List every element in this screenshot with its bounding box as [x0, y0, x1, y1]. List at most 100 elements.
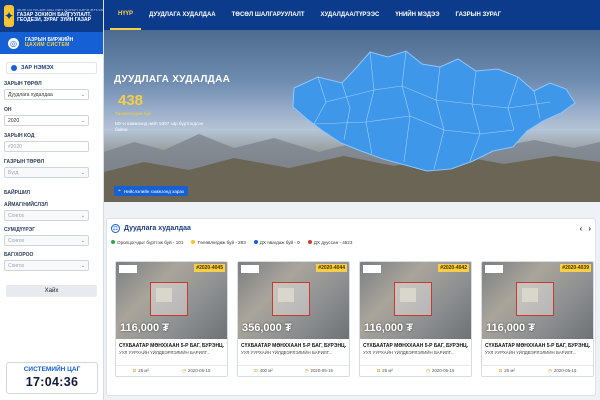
- land-type-select[interactable]: Бүгд ⌄: [4, 167, 89, 178]
- listing-code-badge: #2020-4044: [316, 264, 347, 272]
- area-icon: ⊡: [498, 368, 503, 373]
- legend-registering[interactable]: Оролцогчдыг бүртгэж буй - 101: [111, 240, 183, 245]
- area-icon: ⊡: [132, 368, 137, 373]
- bag-label: БАГ/ХОРОО: [4, 252, 34, 258]
- nav-home[interactable]: НҮҮР: [110, 0, 142, 30]
- nav-price-info[interactable]: ҮНИЙН МЭДЭЭ: [387, 0, 447, 30]
- listing-code-badge: #2020-4039: [560, 264, 591, 272]
- capital-view-button[interactable]: ⌖ Нийслэлийн хэмжээнд харах: [114, 186, 189, 196]
- listing-area: 400 м²: [259, 368, 273, 373]
- parcel-fill: [156, 288, 172, 302]
- gavel-icon: ⚖: [111, 223, 120, 233]
- area-icon: ⊡: [376, 368, 381, 373]
- status-dot-icon: [307, 240, 312, 244]
- listing-subtitle: УУЛ УУРХАЙН ҮЙЛДВЭРЛЭЛИЙН БАРИЛГ...: [119, 350, 211, 355]
- map-thumbnail-label: [119, 265, 137, 273]
- hero-banner: ДУУДЛАГА ХУДАЛДАА 438 Төлөвлөгдөж буй МУ…: [104, 30, 600, 202]
- add-ad-label: ЗАР НЭМЭХ: [21, 65, 54, 71]
- ad-type-value: Дуудлага худалдаа: [8, 91, 53, 98]
- listing-card[interactable]: #2020-4039 116,000 ₮ СҮХБААТАР МӨНХХААН …: [481, 261, 594, 377]
- sidebar: ✦ МОНГОЛ УЛСЫН ЗАСГИЙН ГАЗРЫН ХЭРЭГЖҮҮЛЭ…: [0, 0, 125, 400]
- search-button[interactable]: Хайх: [6, 285, 97, 297]
- sum-select[interactable]: Сонгох ⌄: [4, 235, 89, 246]
- listing-title: СҮХБААТАР МӨНХХААН 5-Р БАГ, БУРЭНЦ...: [363, 343, 468, 349]
- year-label: ОН: [4, 107, 12, 113]
- top-nav: НҮҮР ДУУДЛАГА ХУДАЛДАА ТӨСӨЛ ШАЛГАРУУЛАЛ…: [104, 0, 600, 30]
- listing-footer: ⊡ 25 м² ◷ 2020-05-15: [482, 365, 593, 376]
- prev-arrow-icon[interactable]: ‹: [580, 224, 583, 233]
- parcel-fill: [278, 288, 294, 302]
- listing-footer: ⊡ 25 м² ◷ 2020-05-15: [360, 365, 471, 376]
- nav-project-selection[interactable]: ТӨСӨЛ ШАЛГАРУУЛАЛТ: [224, 0, 313, 30]
- year-select[interactable]: 2020 ⌄: [4, 115, 89, 126]
- ad-type-select[interactable]: Дуудлага худалдаа ⌄: [4, 89, 89, 100]
- listing-card[interactable]: #2020-4044 356,000 ₮ СҮХБААТАР МӨНХХААН …: [237, 261, 350, 377]
- chevron-down-icon: ⌄: [80, 237, 85, 244]
- bag-value: Сонгох: [8, 262, 25, 269]
- listing-code-badge: #2020-4042: [438, 264, 469, 272]
- plus-icon: [11, 65, 17, 71]
- listing-price: 116,000 ₮: [120, 322, 169, 334]
- legend-finished[interactable]: ДХ дууссан - 4523: [307, 240, 352, 245]
- bag-select[interactable]: Сонгох ⌄: [4, 260, 89, 271]
- aimag-label: АЙМАГ/НИЙСЛЭЛ: [4, 202, 48, 208]
- status-dot-icon: [111, 240, 115, 244]
- listing-cards: #2020-4045 116,000 ₮ СҮХБААТАР МӨНХХААН …: [115, 261, 594, 377]
- listing-date: 2020-05-15: [553, 368, 577, 373]
- listing-card[interactable]: #2020-4045 116,000 ₮ СҮХБААТАР МӨНХХААН …: [115, 261, 228, 377]
- listing-title: СҮХБААТАР МӨНХХААН 5-Р БАГ, БУРЭНЦ...: [119, 343, 224, 349]
- listing-date: 2020-05-15: [310, 368, 333, 373]
- aimag-value: Сонгох: [8, 212, 25, 219]
- listing-area: 25 м²: [504, 368, 515, 373]
- status-legend: Оролцогчдыг бүртгэж буй - 101 Төлөвлөгдө…: [107, 237, 595, 247]
- listing-title: СҮХБААТАР МӨНХХААН 5-Р БАГ, БУРЭНЦ...: [485, 343, 590, 349]
- listing-map-image: #2020-4044 356,000 ₮: [238, 262, 349, 339]
- calendar-icon: ◷: [304, 368, 309, 373]
- calendar-icon: ◷: [426, 368, 430, 373]
- system-title[interactable]: ◎ ГАЗРЫН БИРЖИЙН ЦАХИМ СИСТЕМ: [0, 32, 103, 54]
- status-dot-icon: [253, 240, 258, 244]
- area-icon: ⊡: [253, 368, 258, 373]
- year-value: 2020: [8, 117, 20, 124]
- hero-title: ДУУДЛАГА ХУДАЛДАА: [114, 74, 231, 85]
- location-title: БАЙРШИЛ: [4, 190, 31, 196]
- chevron-down-icon: ⌄: [80, 169, 85, 176]
- listing-date: 2020-05-15: [431, 368, 455, 373]
- ad-code-input[interactable]: #2020: [4, 141, 89, 152]
- brand-header[interactable]: ✦ МОНГОЛ УЛСЫН ЗАСГИЙН ГАЗРЫН ХЭРЭГЖҮҮЛЭ…: [0, 0, 125, 32]
- listing-subtitle: УУЛ УУРХАЙН ҮЙЛДВЭРЛЭЛИЙН БАРИЛГ...: [363, 350, 455, 355]
- hero-planned-count: 438: [118, 92, 144, 109]
- listings-header: ⚖ Дуудлага худалдаа: [107, 219, 595, 237]
- clock-title: СИСТЕМИЙН ЦАГ: [23, 366, 81, 373]
- hero-planned-label: Төлөвлөгдөж буй: [115, 111, 151, 116]
- legend-planned[interactable]: Төлөвлөгдөж буй - 283: [191, 240, 246, 245]
- listing-card[interactable]: #2020-4042 116,000 ₮ СҮХБААТАР МӨНХХААН …: [359, 261, 472, 377]
- legend-in-progress[interactable]: ДХ явагдаж буй - 0: [253, 240, 300, 245]
- map-thumbnail-label: [485, 265, 503, 273]
- system-line2: ЦАХИМ СИСТЕМ: [25, 42, 70, 48]
- listing-price: 116,000 ₮: [364, 322, 413, 334]
- nav-map[interactable]: ГАЗРЫН ЗУРАГ: [448, 0, 509, 30]
- hero-description: МУ-н хэмжээнд нийт 5397 зар бүртгэгдсэн …: [115, 121, 204, 133]
- next-arrow-icon[interactable]: ›: [588, 224, 591, 233]
- listing-map-image: #2020-4039 116,000 ₮: [482, 262, 593, 339]
- chevron-down-icon: ⌄: [80, 262, 85, 269]
- listing-subtitle: УУЛ УУРХАЙН ҮЙЛДВЭРЛЭЛИЙН БАРИЛГ...: [485, 350, 577, 355]
- listing-map-image: #2020-4045 116,000 ₮: [116, 262, 227, 339]
- nav-sale-rent[interactable]: ХУДАЛДАА/ТҮРЭЭС: [313, 0, 388, 30]
- system-clock: СИСТЕМИЙН ЦАГ 17:04:36: [6, 362, 98, 394]
- land-type-value: Бүгд: [8, 169, 19, 176]
- nav-auction[interactable]: ДУУДЛАГА ХУДАЛДАА: [141, 0, 224, 30]
- hero-landscape: [104, 50, 600, 202]
- add-ad-button[interactable]: ЗАР НЭМЭХ: [6, 62, 97, 74]
- globe-icon: ◎: [8, 37, 19, 49]
- listing-footer: ⊡ 400 м² ◷ 2020-05-15: [238, 365, 349, 376]
- sum-value: Сонгох: [8, 237, 25, 244]
- capital-view-label: Нийслэлийн хэмжээнд харах: [123, 188, 185, 194]
- map-thumbnail-label: [363, 265, 381, 273]
- aimag-select[interactable]: Сонгох ⌄: [4, 210, 89, 221]
- chevron-down-icon: ⌄: [80, 91, 85, 98]
- listings-title: Дуудлага худалдаа: [124, 224, 191, 232]
- listing-price: 356,000 ₮: [242, 322, 292, 334]
- listing-title: СҮХБААТАР МӨНХХААН 5-Р БАГ, БУРЭНЦ...: [241, 343, 346, 349]
